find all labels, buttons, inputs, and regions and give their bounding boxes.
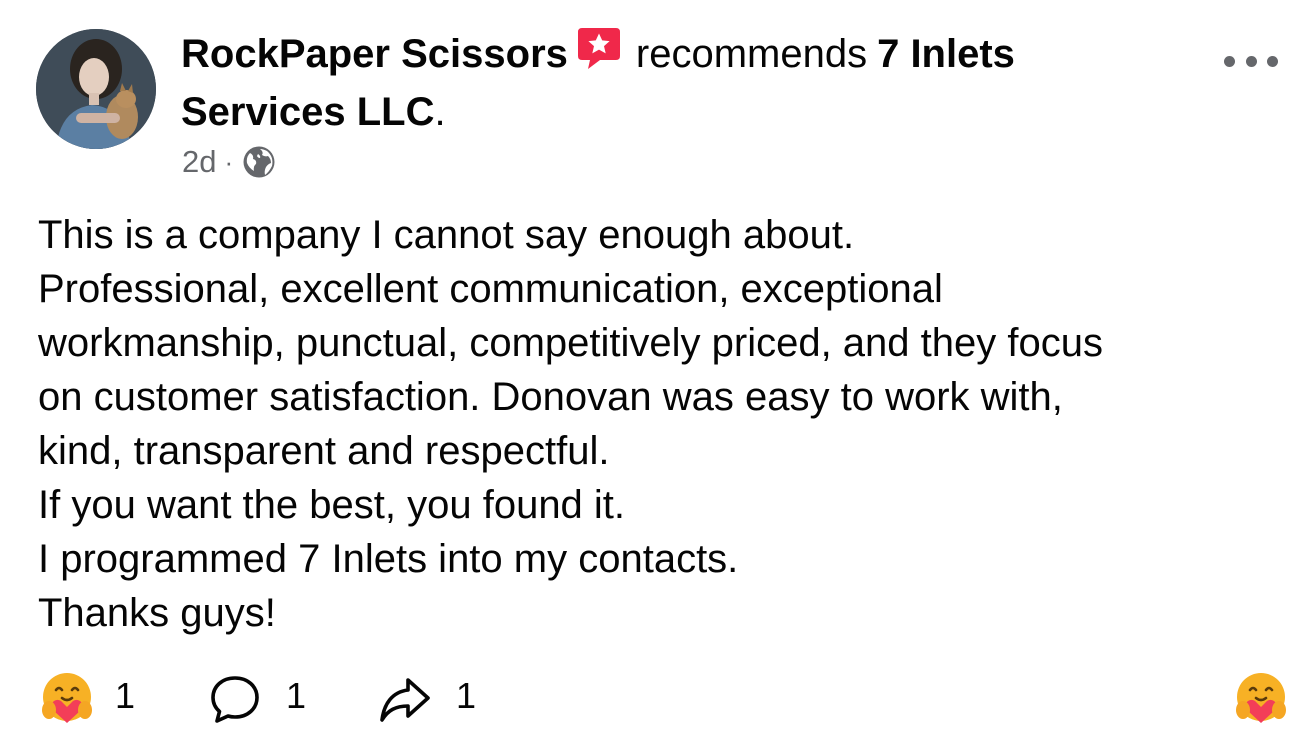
body-line: This is a company I cannot say enough ab… xyxy=(38,213,855,257)
post-meta: 2d · xyxy=(182,144,277,180)
share-icon[interactable] xyxy=(376,670,434,728)
header-period: . xyxy=(434,90,446,134)
recommends-text: recommends xyxy=(635,32,868,76)
body-line: kind, transparent and respectful. xyxy=(38,429,610,473)
body-line: workmanship, punctual, competitively pri… xyxy=(38,321,1103,365)
care-emoji-icon[interactable] xyxy=(36,668,98,730)
author-name[interactable]: RockPaper Scissors xyxy=(181,32,568,76)
post-header: RockPaper Scissors recommends 7 Inlets Se… xyxy=(181,24,1171,141)
post-timestamp[interactable]: 2d xyxy=(182,144,216,180)
body-line: Professional, excellent communication, e… xyxy=(38,267,943,311)
body-line: Thanks guys! xyxy=(38,591,276,635)
comment-icon[interactable] xyxy=(206,670,264,728)
recommendation-post: RockPaper Scissors recommends 7 Inlets Se… xyxy=(0,0,1296,755)
care-reaction-button-icon[interactable] xyxy=(1230,668,1292,730)
author-avatar[interactable] xyxy=(36,29,156,149)
post-body: This is a company I cannot say enough ab… xyxy=(38,208,1288,640)
recommend-badge-icon xyxy=(576,24,622,70)
body-line: If you want the best, you found it. xyxy=(38,483,626,527)
meta-separator: · xyxy=(224,146,234,177)
reaction-count: 1 xyxy=(115,675,136,716)
post-footer: 1 1 1 xyxy=(0,668,1296,728)
menu-dot xyxy=(1224,55,1235,67)
more-options-icon[interactable] xyxy=(1224,51,1278,71)
share-count: 1 xyxy=(456,675,477,716)
body-line: on customer satisfaction. Donovan was ea… xyxy=(38,375,1063,419)
body-line: I programmed 7 Inlets into my contacts. xyxy=(38,537,739,581)
avatar-image xyxy=(36,29,156,149)
menu-dot xyxy=(1267,55,1278,67)
comment-count: 1 xyxy=(286,675,307,716)
globe-icon xyxy=(243,146,275,178)
menu-dot xyxy=(1245,55,1257,67)
